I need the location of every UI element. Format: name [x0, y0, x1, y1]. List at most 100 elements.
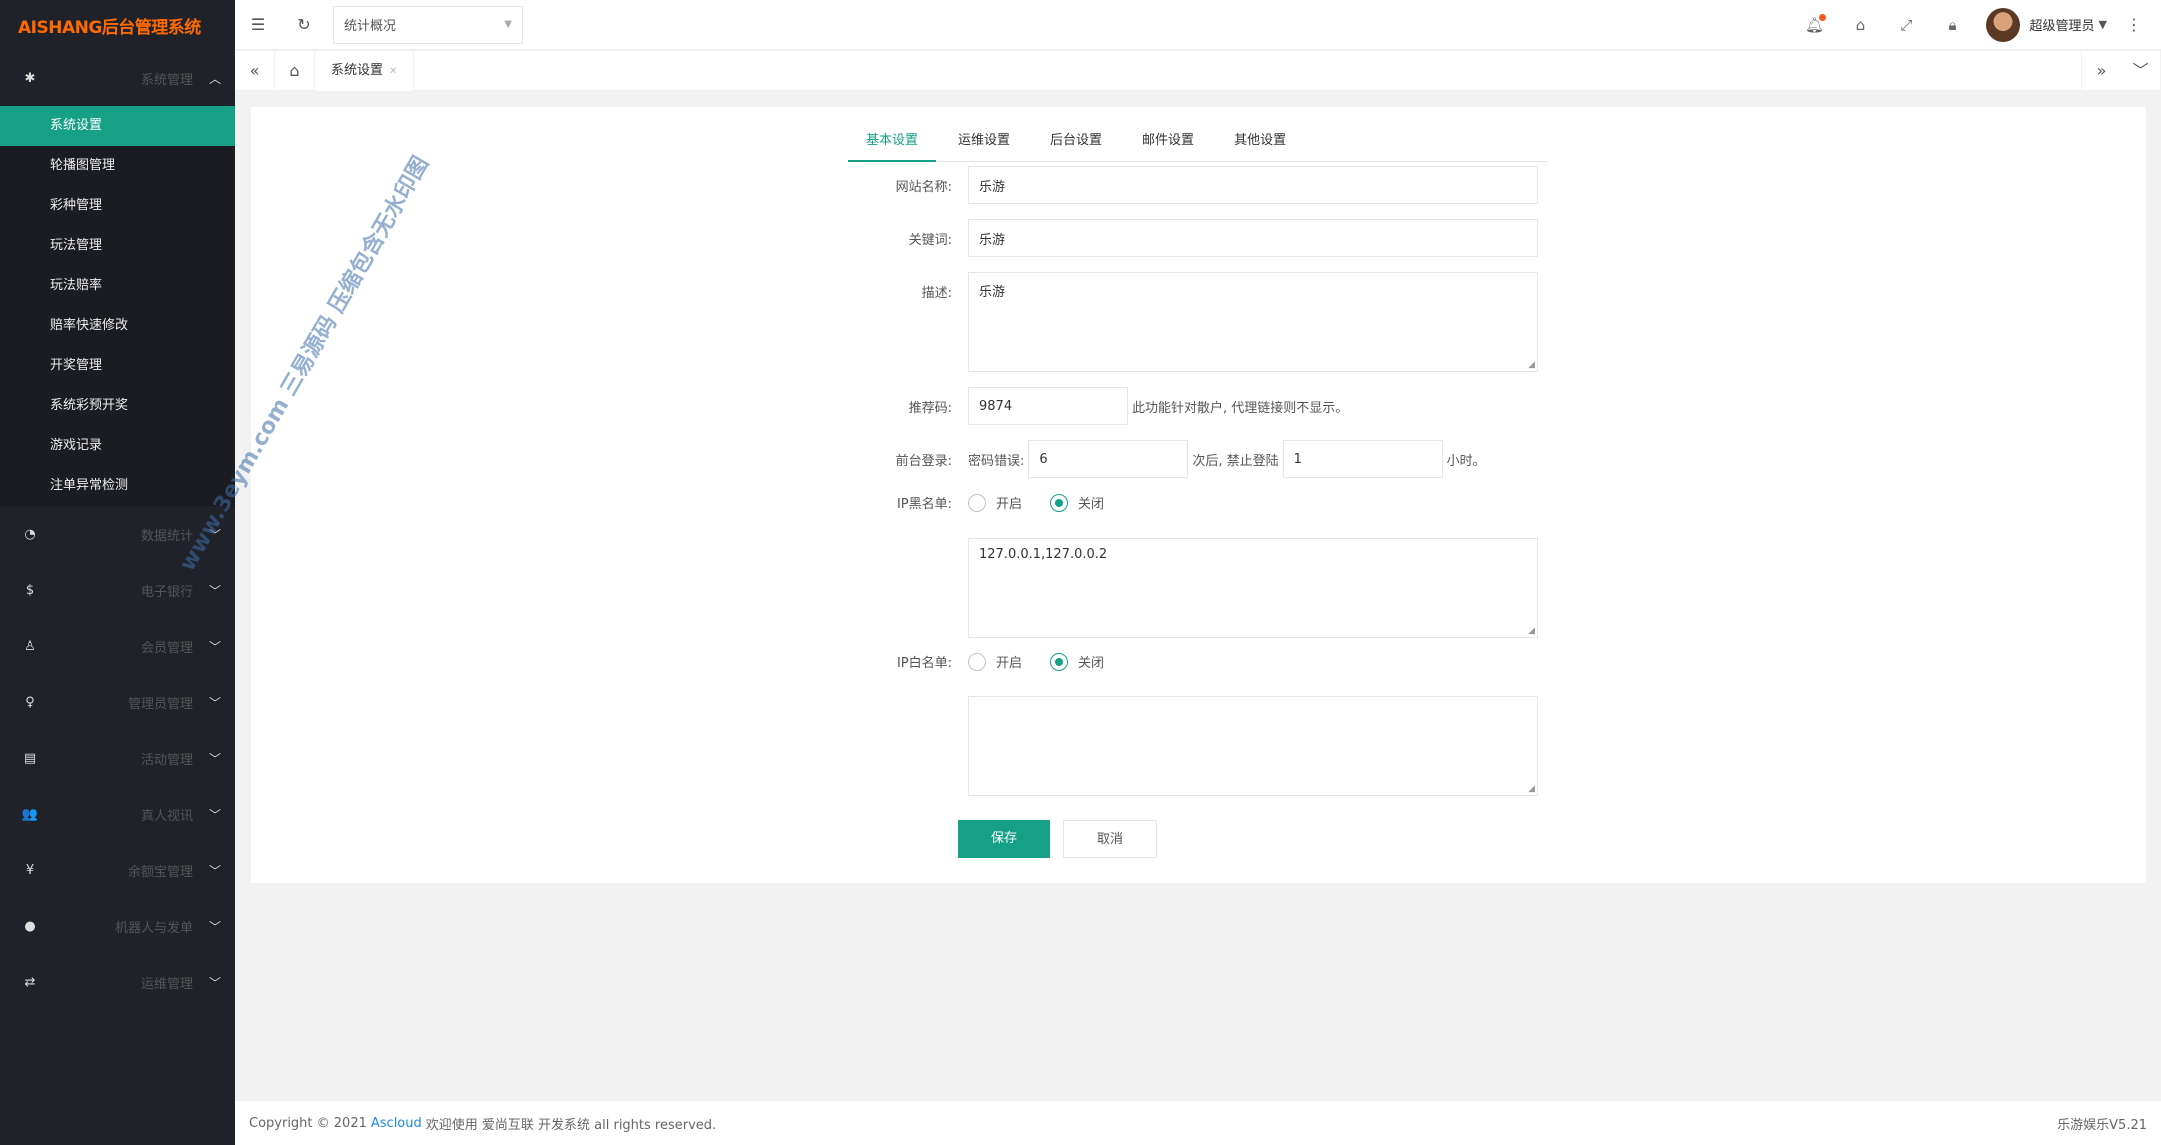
sidebar-item-bet-anomaly[interactable]: 注单异常检测 — [0, 466, 235, 506]
tab-backend-settings[interactable]: 后台设置 — [1032, 120, 1120, 162]
ip-blacklist-off-radio[interactable]: 关闭 — [1050, 493, 1104, 512]
sidebar-item-game-records[interactable]: 游戏记录 — [0, 426, 235, 466]
keywords-input[interactable]: 乐游 — [968, 219, 1538, 257]
chevron-down-icon: ﹀ — [208, 695, 221, 710]
tabs-scroll-right-icon[interactable]: » — [2081, 50, 2121, 91]
sidebar-item-odds-quick-edit[interactable]: 赔率快速修改 — [0, 306, 235, 346]
description-row: 描述: 乐游 ◢ — [858, 272, 1538, 372]
user-icon: ♀ — [25, 694, 35, 710]
sidebar-group-admins[interactable]: ♀ 管理员管理 ﹀ — [0, 674, 235, 730]
sidebar-group-label: 活动管理 — [140, 752, 193, 768]
chevron-down-icon[interactable]: ﹀ — [2121, 50, 2161, 91]
notification-dot — [1818, 13, 1826, 21]
sidebar-item-pre-draw[interactable]: 系统彩预开奖 — [0, 386, 235, 426]
avatar[interactable] — [1985, 7, 2020, 42]
more-vertical-icon[interactable]: ⋮ — [2121, 15, 2147, 34]
description-label: 描述: — [921, 286, 952, 301]
tag-icon[interactable]: ⌂ — [1838, 16, 1884, 34]
chevron-down-icon: ﹀ — [208, 583, 221, 598]
shuffle-icon: ⇄ — [24, 974, 36, 990]
sidebar-group-robots[interactable]: ● 机器人与发单 ﹀ — [0, 898, 235, 954]
menu-toggle-icon[interactable]: ☰ — [235, 15, 281, 34]
site-name-row: 网站名称: 乐游 — [858, 166, 1538, 204]
login-pwd-label: 密码错误: — [968, 453, 1025, 469]
refresh-icon[interactable]: ↻ — [281, 15, 327, 34]
sidebar-group-members[interactable]: ♙ 会员管理 ﹀ — [0, 618, 235, 674]
home-icon[interactable]: ⌂ — [275, 50, 315, 91]
app-logo[interactable]: AISHANG后台管理系统 — [0, 0, 235, 50]
sidebar-item-play-odds[interactable]: 玩法赔率 — [0, 266, 235, 306]
resize-grip-icon[interactable]: ◢ — [1528, 626, 1535, 636]
sidebar-group-label: 管理员管理 — [127, 696, 193, 712]
tab-system-settings[interactable]: 系统设置 ✕ — [315, 50, 415, 91]
sidebar-item-carousel[interactable]: 轮播图管理 — [0, 146, 235, 186]
sidebar-group-yuebao[interactable]: ¥ 余额宝管理 ﹀ — [0, 842, 235, 898]
sidebar-group-label: 系统管理 — [140, 72, 193, 88]
close-icon[interactable]: ✕ — [389, 66, 397, 77]
radio-label: 开启 — [996, 656, 1023, 671]
sidebar-group-label: 真人视讯 — [140, 808, 193, 824]
fullscreen-icon[interactable]: ⤢ — [1884, 16, 1930, 34]
sidebar-item-system-settings[interactable]: 系统设置 — [0, 106, 235, 146]
ip-blacklist-textarea[interactable]: 127.0.0.1,127.0.0.2 ◢ — [968, 538, 1538, 638]
sidebar-group-label: 运维管理 — [140, 976, 193, 992]
radio-label: 关闭 — [1078, 497, 1105, 512]
site-name-input[interactable]: 乐游 — [968, 166, 1538, 204]
ip-whitelist-textarea-row: ◢ — [968, 696, 1538, 796]
ip-whitelist-off-radio[interactable]: 关闭 — [1050, 652, 1104, 671]
tabs-scroll-left-icon[interactable]: « — [235, 50, 275, 91]
quick-nav-select[interactable]: 统计概况 ▼ — [333, 5, 523, 44]
tab-mail-settings[interactable]: 邮件设置 — [1124, 120, 1212, 162]
sidebar-group-ops[interactable]: ⇄ 运维管理 ﹀ — [0, 954, 235, 1010]
copyright-prefix: Copyright © 2021 — [249, 1115, 367, 1131]
sidebar-group-live-video[interactable]: 👥 真人视讯 ﹀ — [0, 786, 235, 842]
radio-circle — [1050, 493, 1069, 512]
sidebar-item-lottery-types[interactable]: 彩种管理 — [0, 186, 235, 226]
ip-blacklist-on-radio[interactable]: 开启 — [968, 493, 1022, 512]
footer-link[interactable]: Ascloud — [371, 1116, 422, 1131]
sidebar-group-activities[interactable]: ▤ 活动管理 ﹀ — [0, 730, 235, 786]
bell-icon[interactable]: 🔔︎ — [1792, 13, 1838, 34]
tab-other-settings[interactable]: 其他设置 — [1216, 120, 1304, 162]
description-value: 乐游 — [979, 285, 1006, 300]
ban-hours-input[interactable]: 1 — [1282, 440, 1443, 478]
gear-icon: ✱ — [24, 70, 36, 86]
tab-basic-settings[interactable]: 基本设置 — [848, 120, 937, 162]
resize-grip-icon[interactable]: ◢ — [1528, 360, 1535, 370]
sidebar-group-label: 会员管理 — [140, 640, 193, 656]
radio-label: 开启 — [996, 497, 1023, 512]
settings-tabs: 基本设置 运维设置 后台设置 邮件设置 其他设置 — [848, 120, 1548, 162]
quick-nav-value: 统计概况 — [344, 19, 397, 34]
resize-grip-icon[interactable]: ◢ — [1528, 784, 1535, 794]
pwd-error-count-input[interactable]: 6 — [1028, 440, 1189, 478]
calendar-icon: ▤ — [23, 750, 37, 766]
ip-whitelist-textarea[interactable]: ◢ — [968, 696, 1538, 796]
header-actions: 🔔︎ ⌂ ⤢ 🔒︎ 超级管理员 ▼ ⋮ — [1792, 0, 2161, 50]
description-textarea[interactable]: 乐游 ◢ — [968, 272, 1538, 372]
dashboard-icon: ◔ — [24, 526, 36, 542]
referral-input[interactable]: 9874 — [968, 387, 1128, 425]
chevron-down-icon: ﹀ — [208, 975, 221, 990]
yen-icon: ¥ — [25, 862, 35, 878]
ip-blacklist-row: IP黑名单: 开启 关闭 — [858, 493, 1132, 512]
users-icon: 👥 — [21, 806, 39, 822]
sidebar-group-system[interactable]: ✱ 系统管理 ︿ — [0, 50, 235, 106]
caret-down-icon[interactable]: ▼ — [2099, 18, 2107, 31]
ip-whitelist-on-radio[interactable]: 开启 — [968, 652, 1022, 671]
sidebar-group-label: 余额宝管理 — [127, 864, 193, 880]
radio-label: 关闭 — [1078, 656, 1105, 671]
footer: Copyright © 2021 Ascloud 欢迎使用 爱尚互联 开发系统 … — [235, 1100, 2161, 1145]
sidebar-item-play-rules[interactable]: 玩法管理 — [0, 226, 235, 266]
login-label: 前台登录: — [895, 453, 952, 469]
tab-ops-settings[interactable]: 运维设置 — [940, 120, 1028, 162]
site-name-label: 网站名称: — [895, 179, 952, 195]
radio-circle — [968, 652, 986, 671]
username[interactable]: 超级管理员 — [2030, 15, 2095, 34]
chevron-down-icon: ﹀ — [208, 919, 221, 934]
sidebar-item-draw-management[interactable]: 开奖管理 — [0, 346, 235, 386]
chevron-down-icon: ﹀ — [208, 751, 221, 766]
save-button[interactable]: 保存 — [958, 820, 1050, 858]
lock-icon[interactable]: 🔒︎ — [1930, 16, 1976, 34]
caret-down-icon: ▼ — [504, 19, 512, 30]
cancel-button[interactable]: 取消 — [1063, 820, 1157, 858]
